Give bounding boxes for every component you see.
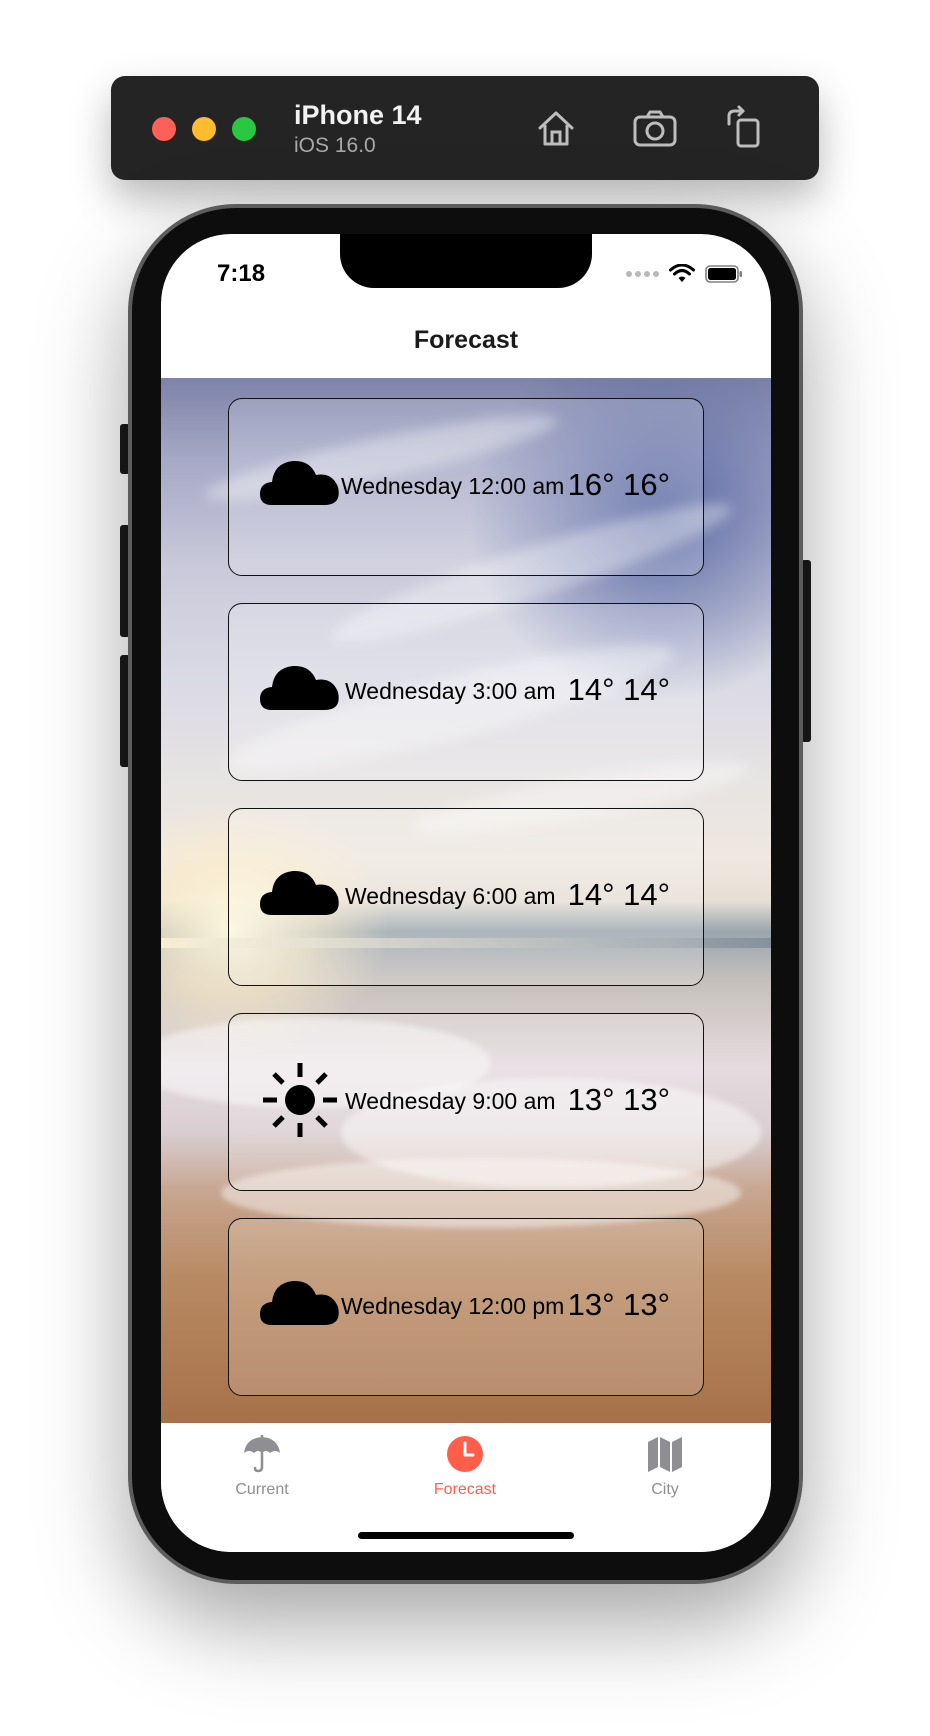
forecast-temperatures: 13° 13°	[567, 1082, 670, 1117]
forecast-card[interactable]: Wednesday 3:00 am 14° 14°	[228, 603, 704, 781]
forecast-card[interactable]: Wednesday 12:00 am 16° 16°	[228, 398, 704, 576]
forecast-card[interactable]: Wednesday 6:00 am 14° 14°	[228, 808, 704, 986]
forecast-time-label: Wednesday 12:00 am	[341, 473, 565, 499]
home-indicator[interactable]	[358, 1532, 574, 1539]
screenshot-button[interactable]	[631, 104, 679, 152]
rotate-button[interactable]	[721, 104, 769, 152]
forecast-temperatures: 14° 14°	[567, 672, 670, 707]
os-version: iOS 16.0	[294, 134, 376, 157]
cellular-signal-icon	[626, 271, 659, 277]
forecast-time-label: Wednesday 9:00 am	[345, 1088, 556, 1114]
close-window-button[interactable]	[152, 117, 176, 141]
cloud-icon	[260, 650, 340, 730]
forecast-temperatures: 14° 14°	[567, 877, 670, 912]
forecast-card[interactable]: Wednesday 12:00 pm 13° 13°	[228, 1218, 704, 1396]
tab-label: Current	[235, 1481, 289, 1498]
cloud-icon	[260, 1265, 340, 1345]
home-icon	[538, 111, 574, 146]
screenshot-icon	[633, 110, 677, 147]
notch	[340, 234, 592, 288]
forecast-time-label: Wednesday 12:00 pm	[341, 1293, 565, 1319]
forecast-time-label: Wednesday 3:00 am	[345, 678, 556, 704]
cloud-icon	[260, 445, 340, 525]
wifi-icon	[669, 264, 695, 282]
forecast-temperatures: 13° 13°	[567, 1287, 670, 1322]
battery-icon	[705, 265, 742, 283]
simulator-toolbar: iPhone 14 iOS 16.0	[111, 76, 819, 180]
tab-current[interactable]: Current	[192, 1433, 332, 1499]
forecast-card[interactable]: Wednesday 9:00 am 13° 13°	[228, 1013, 704, 1191]
status-icons	[626, 264, 743, 284]
minimize-window-button[interactable]	[192, 117, 216, 141]
tab-forecast[interactable]: Forecast	[395, 1433, 535, 1499]
status-time: 7:18	[217, 260, 266, 287]
phone-screen: 7:18 Forecast Wednesday 12:00 am 16° 16°…	[161, 234, 771, 1552]
umbrella-icon	[241, 1433, 283, 1475]
tab-label: City	[651, 1481, 679, 1498]
map-icon	[644, 1433, 686, 1475]
tab-city[interactable]: City	[595, 1433, 735, 1499]
forecast-temperatures: 16° 16°	[567, 467, 670, 502]
zoom-window-button[interactable]	[232, 117, 256, 141]
page-title: Forecast	[413, 326, 519, 354]
forecast-time-label: Wednesday 6:00 am	[345, 883, 556, 909]
rotate-icon	[727, 105, 760, 148]
home-button[interactable]	[532, 104, 580, 152]
tab-label: Forecast	[433, 1481, 497, 1498]
simulator-window: iPhone 14 iOS 16.0 7:18 Forecast Wednesd…	[0, 0, 930, 1736]
device-name: iPhone 14	[294, 100, 422, 130]
clock-icon	[444, 1433, 486, 1475]
tab-bar: Current Forecast City	[161, 1423, 771, 1552]
sun-icon	[260, 1060, 340, 1140]
cloud-icon	[260, 855, 340, 935]
